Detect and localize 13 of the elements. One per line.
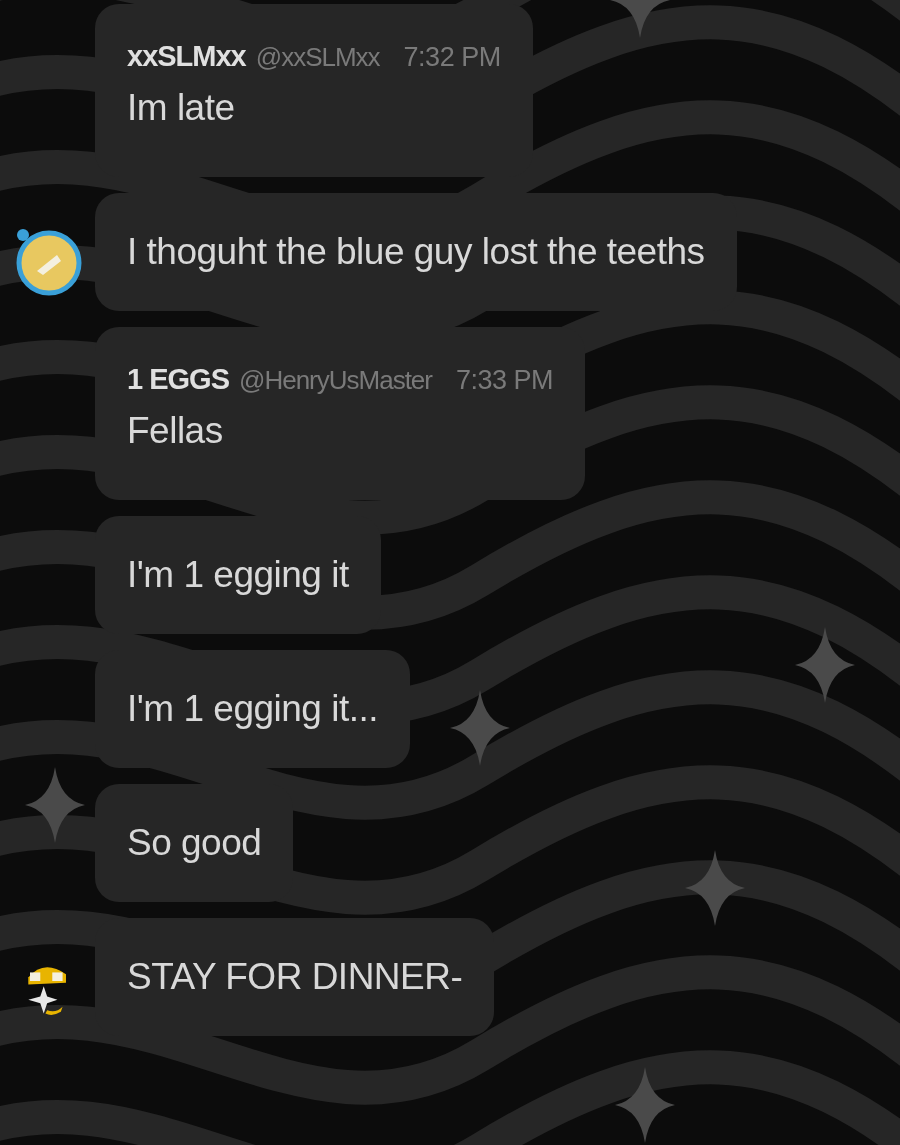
author-name[interactable]: xxSLMxx <box>127 40 246 73</box>
user-handle: @xxSLMxx <box>255 42 380 73</box>
timestamp: 7:33 PM <box>456 365 554 396</box>
author-name[interactable]: 1 EGGS <box>127 363 229 396</box>
user-handle: @HenryUsMaster <box>239 365 432 396</box>
message-text: I'm 1 egging it <box>127 554 349 596</box>
timestamp: 7:32 PM <box>403 42 501 73</box>
message-text: Fellas <box>127 410 224 452</box>
message-text: STAY FOR DINNER- <box>127 956 463 998</box>
message-text: So good <box>127 822 262 864</box>
message-text: Im late <box>127 87 236 129</box>
message-text: I'm 1 egging it... <box>127 688 379 730</box>
message-text: I thoguht the blue guy lost the teeths <box>127 231 705 273</box>
